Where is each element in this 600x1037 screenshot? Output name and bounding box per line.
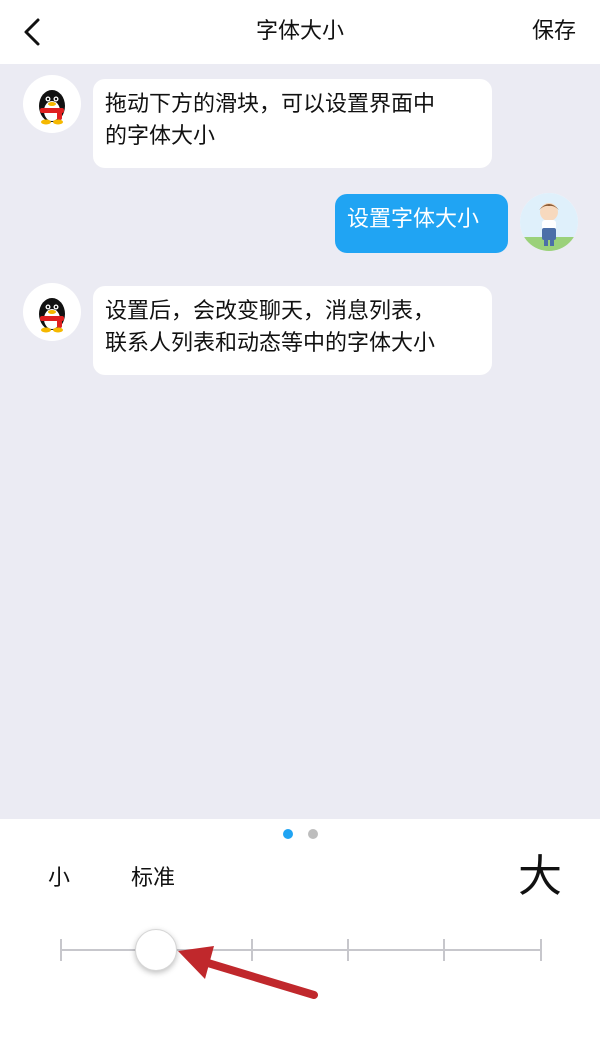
chat-text-line: 拖动下方的滑块，可以设置界面中	[105, 92, 436, 117]
chat-preview: 拖动下方的滑块，可以设置界面中 的字体大小 设置字体大小 设置后，会改变聊天，消…	[0, 64, 600, 819]
chat-text-line: 设置字体大小	[347, 207, 480, 232]
user-avatar-icon	[520, 193, 578, 251]
font-size-panel: 小 标准 大	[0, 819, 600, 1037]
chat-bubble-outgoing: 设置字体大小	[335, 194, 508, 253]
chat-bubble-incoming: 设置后，会改变聊天，消息列表， 联系人列表和动态等中的字体大小	[93, 286, 492, 375]
annotation-arrow-icon	[178, 946, 318, 999]
nav-bar: 字体大小 保存	[0, 0, 600, 64]
page-title: 字体大小	[255, 19, 344, 44]
chat-text-line: 设置后，会改变聊天，消息列表，	[105, 299, 436, 324]
qq-penguin-avatar-icon	[23, 75, 81, 133]
save-button[interactable]: 保存	[532, 16, 576, 48]
chat-bubble-incoming: 拖动下方的滑块，可以设置界面中 的字体大小	[93, 79, 492, 168]
qq-penguin-avatar-icon	[23, 283, 81, 341]
chat-text-line: 联系人列表和动态等中的字体大小	[105, 331, 436, 356]
chat-text-line: 的字体大小	[105, 124, 216, 149]
